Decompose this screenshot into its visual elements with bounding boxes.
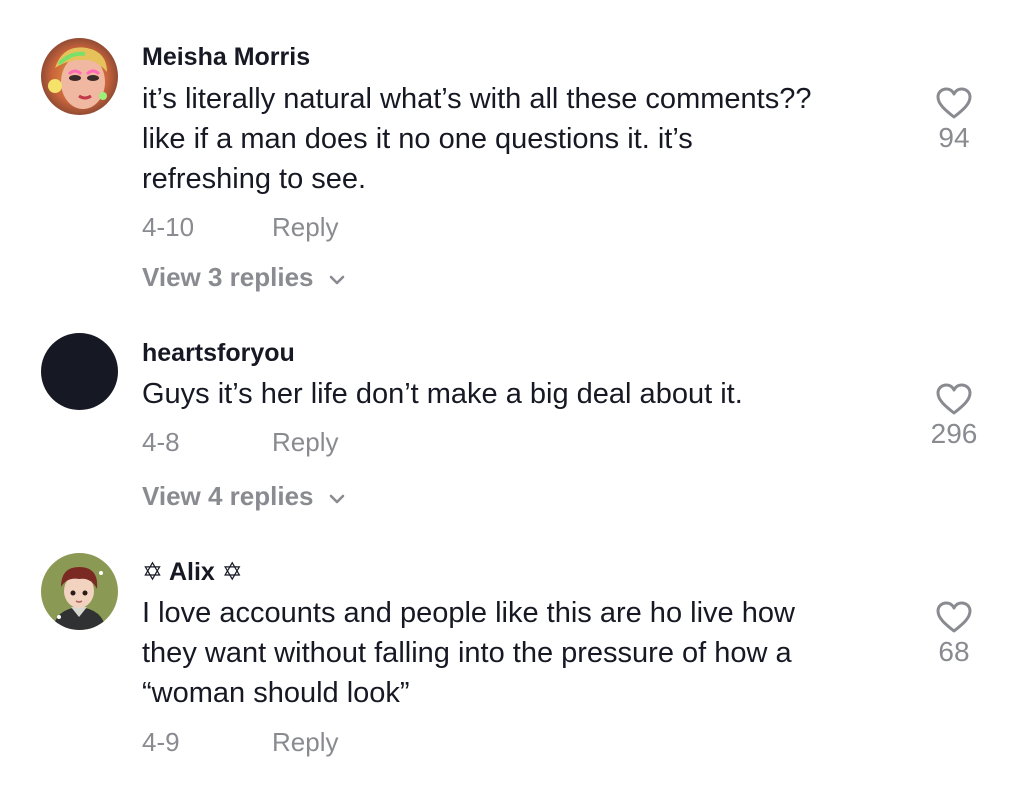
like-button[interactable]: 68 [914,600,994,668]
like-count: 94 [938,122,970,153]
heart-outline-icon [914,382,994,416]
comment-text: it’s literally natural what’s with all t… [142,83,812,195]
comment-meta: 4-10 Reply [142,212,338,242]
comment-meta: 4-9 Reply [142,727,338,757]
comment-date: 4-8 [142,427,180,457]
comment-username[interactable]: heartsforyou [142,338,295,368]
comment-username[interactable]: Meisha Morris [142,42,310,72]
view-replies-label: View 4 replies [142,481,314,511]
comment-username[interactable]: ✡ Alix ✡ [142,557,243,587]
reply-button[interactable]: Reply [272,212,338,242]
avatar[interactable] [41,553,118,630]
view-replies-button[interactable]: View 4 replies [142,481,346,513]
chevron-down-icon [328,481,346,511]
like-count: 296 [930,418,978,449]
reply-button[interactable]: Reply [272,727,338,757]
chevron-down-icon [328,262,346,292]
comment-date: 4-9 [142,727,180,757]
view-replies-button[interactable]: View 3 replies [142,262,346,294]
view-replies-label: View 3 replies [142,262,314,292]
comment-text: Guys it’s her life don’t make a big deal… [142,378,743,410]
like-count: 68 [938,636,970,667]
comment-text: I love accounts and people like this are… [142,597,795,709]
like-button[interactable]: 296 [914,382,994,450]
avatar[interactable] [41,333,118,410]
reply-button[interactable]: Reply [272,427,338,457]
comment-date: 4-10 [142,212,195,242]
avatar[interactable] [41,38,118,115]
heart-outline-icon [914,600,994,634]
comment-meta: 4-8 Reply [142,427,338,457]
heart-outline-icon [914,86,994,120]
like-button[interactable]: 94 [914,86,994,154]
